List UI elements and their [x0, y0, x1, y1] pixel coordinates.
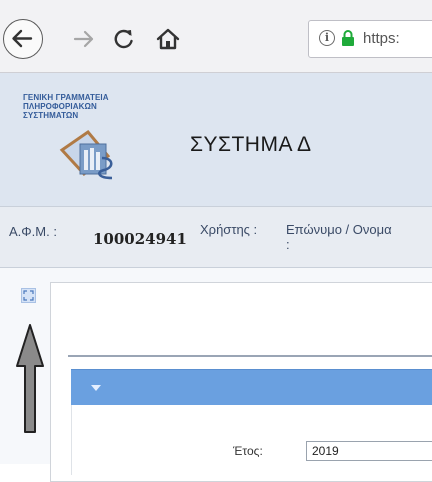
forward-button[interactable]: [70, 25, 98, 53]
back-arrow-icon: [12, 29, 33, 48]
reload-button[interactable]: [110, 25, 138, 53]
address-bar[interactable]: i https:: [308, 20, 432, 58]
year-label: Έτος:: [233, 444, 263, 458]
name-label: Επώνυμο / Ονομα :: [286, 222, 392, 252]
user-label: Χρήστης :: [200, 222, 258, 237]
divider: [68, 355, 432, 357]
expand-icon: [23, 290, 34, 301]
lock-icon: [342, 30, 354, 46]
collapse-chevron-icon[interactable]: [91, 385, 101, 391]
forward-arrow-icon: [73, 30, 94, 48]
org-name-line1: ΓΕΝΙΚΗ ΓΡΑΜΜΑΤΕΙΑ: [23, 93, 109, 102]
annotation-arrow-icon: [16, 324, 44, 433]
system-title: ΣΥΣΤΗΜΑ Δ: [190, 133, 312, 156]
year-input[interactable]: [306, 441, 432, 461]
logo-icon: [59, 129, 113, 180]
home-button[interactable]: [154, 25, 182, 53]
panel-header[interactable]: [71, 369, 432, 406]
user-info-bar: Α.Φ.Μ. : 100024941 Χρήστης : Επώνυμο / Ο…: [0, 206, 432, 267]
panel-body: [71, 405, 432, 475]
reload-icon: [114, 29, 133, 49]
afm-value: 100024941: [93, 230, 187, 248]
home-icon: [156, 28, 180, 50]
org-name: ΓΕΝΙΚΗ ΓΡΑΜΜΑΤΕΙΑ ΠΛΗΡΟΦΟΡΙΑΚΩΝ ΣΥΣΤΗΜΑΤ…: [23, 93, 153, 120]
expand-button[interactable]: [21, 288, 36, 303]
info-icon[interactable]: i: [319, 30, 335, 46]
back-button[interactable]: [3, 19, 43, 59]
afm-label: Α.Φ.Μ. :: [9, 224, 57, 239]
header-banner: ΓΕΝΙΚΗ ΓΡΑΜΜΑΤΕΙΑ ΠΛΗΡΟΦΟΡΙΑΚΩΝ ΣΥΣΤΗΜΑΤ…: [0, 73, 432, 206]
url-text: https:: [363, 30, 400, 47]
browser-toolbar: i https:: [0, 0, 432, 73]
org-name-line2: ΠΛΗΡΟΦΟΡΙΑΚΩΝ ΣΥΣΤΗΜΑΤΩΝ: [23, 102, 97, 120]
